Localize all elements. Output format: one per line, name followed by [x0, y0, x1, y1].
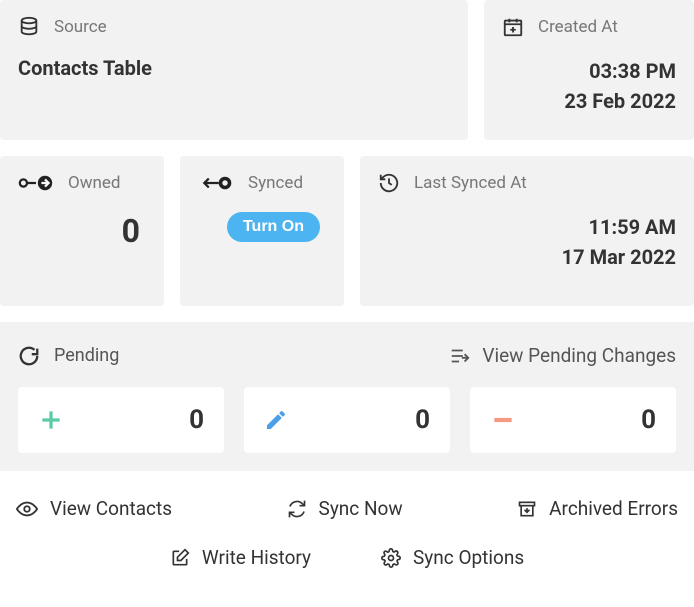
- plus-icon: [38, 407, 64, 433]
- edit-note-icon: [170, 548, 190, 568]
- pending-remove-tile: 0: [470, 387, 676, 453]
- sync-now-label: Sync Now: [319, 497, 403, 520]
- list-arrow-icon: [448, 345, 472, 367]
- last-synced-card: Last Synced At 11:59 AM 17 Mar 2022: [360, 156, 694, 306]
- view-pending-changes-button[interactable]: View Pending Changes: [448, 344, 676, 367]
- view-contacts-label: View Contacts: [50, 497, 172, 520]
- synced-card: Synced Turn On: [180, 156, 344, 306]
- last-synced-date: 17 Mar 2022: [378, 242, 676, 272]
- created-at-time: 03:38 PM: [502, 56, 676, 86]
- sync-options-label: Sync Options: [413, 546, 524, 569]
- gear-icon: [381, 548, 401, 568]
- last-synced-time: 11:59 AM: [378, 212, 676, 242]
- created-at-label: Created At: [538, 17, 618, 37]
- pending-add-count: 0: [189, 405, 204, 435]
- sync-arrow-icon: [198, 172, 234, 194]
- view-contacts-button[interactable]: View Contacts: [16, 497, 172, 520]
- refresh-icon: [18, 345, 40, 367]
- source-card: Source Contacts Table: [0, 0, 468, 140]
- sync-now-button[interactable]: Sync Now: [287, 497, 403, 520]
- pending-edit-count: 0: [415, 405, 430, 435]
- history-icon: [378, 172, 400, 194]
- eye-icon: [16, 498, 38, 520]
- actions-section: View Contacts Sync Now Arch: [0, 471, 694, 579]
- turn-on-button[interactable]: Turn On: [227, 212, 320, 242]
- created-at-card: Created At 03:38 PM 23 Feb 2022: [484, 0, 694, 140]
- created-at-date: 23 Feb 2022: [502, 86, 676, 116]
- source-value: Contacts Table: [18, 56, 450, 80]
- view-pending-label: View Pending Changes: [482, 344, 676, 367]
- owned-count: 0: [18, 212, 146, 250]
- calendar-plus-icon: [502, 16, 524, 38]
- owned-card: Owned 0: [0, 156, 164, 306]
- archive-icon: [517, 499, 537, 519]
- pending-section: Pending View Pending Changes 0: [0, 322, 694, 471]
- pending-label: Pending: [54, 345, 119, 366]
- owned-label: Owned: [68, 173, 120, 193]
- pending-add-tile: 0: [18, 387, 224, 453]
- sync-options-button[interactable]: Sync Options: [381, 546, 524, 569]
- last-synced-label: Last Synced At: [414, 173, 527, 193]
- write-history-button[interactable]: Write History: [170, 546, 311, 569]
- pencil-icon: [264, 408, 288, 432]
- pending-edit-tile: 0: [244, 387, 450, 453]
- source-label: Source: [54, 17, 107, 37]
- archived-errors-button[interactable]: Archived Errors: [517, 497, 678, 520]
- minus-icon: [490, 407, 516, 433]
- pending-remove-count: 0: [641, 405, 656, 435]
- database-icon: [18, 16, 40, 38]
- write-history-label: Write History: [202, 546, 311, 569]
- sync-icon: [287, 499, 307, 519]
- synced-label: Synced: [248, 173, 303, 193]
- archived-errors-label: Archived Errors: [549, 497, 678, 520]
- key-arrow-icon: [18, 172, 54, 194]
